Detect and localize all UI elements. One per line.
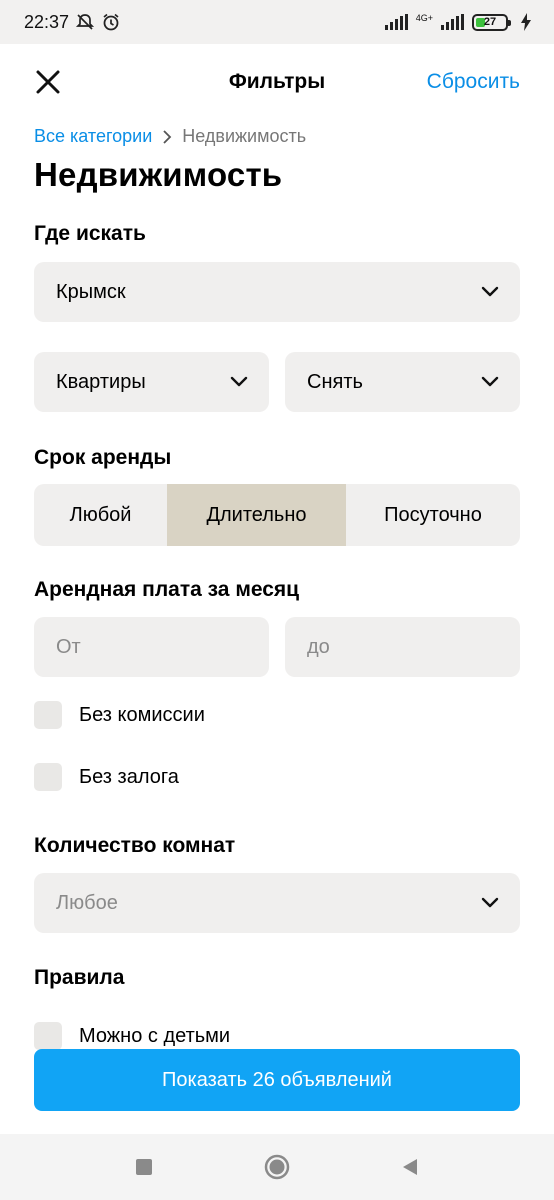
back-button[interactable] <box>396 1153 424 1181</box>
rules-section-title: Правила <box>34 966 125 989</box>
rooms-select[interactable]: Любое <box>34 873 520 933</box>
rooms-section-title: Количество комнат <box>34 834 236 857</box>
with-children-checkbox[interactable] <box>34 1022 62 1050</box>
no-commission-checkbox[interactable] <box>34 701 62 729</box>
price-to-input[interactable] <box>285 617 520 677</box>
back-icon <box>403 1159 417 1175</box>
signal-icon-2 <box>441 14 464 30</box>
chevron-down-icon <box>481 897 499 908</box>
price-from-input[interactable] <box>34 617 269 677</box>
city-value: Крымск <box>56 280 126 303</box>
rent-term-option-any[interactable]: Любой <box>34 484 167 546</box>
with-children-label: Можно с детьми <box>79 1024 231 1047</box>
status-right: 4G+ 27 <box>384 13 532 31</box>
price-section-title: Арендная плата за месяц <box>34 578 300 601</box>
battery-icon: 27 <box>472 13 511 31</box>
recent-apps-icon <box>136 1159 152 1175</box>
no-commission-label: Без комиссии <box>79 703 205 726</box>
rooms-placeholder: Любое <box>56 891 118 914</box>
with-children-checkbox-row[interactable]: Можно с детьми <box>34 1022 230 1050</box>
no-deposit-checkbox[interactable] <box>34 763 62 791</box>
breadcrumb-current: Недвижимость <box>182 126 307 146</box>
signal-icon <box>384 14 408 30</box>
filters-header: Фильтры Сбросить <box>0 44 554 120</box>
deal-type-value: Снять <box>307 370 363 393</box>
no-deposit-checkbox-row[interactable]: Без залога <box>34 763 179 791</box>
chevron-down-icon <box>481 286 499 297</box>
home-icon <box>264 1154 290 1180</box>
show-results-button[interactable]: Показать 26 объявлений <box>34 1049 520 1111</box>
breadcrumb: Все категории Недвижимость <box>34 126 306 147</box>
property-type-select[interactable]: Квартиры <box>34 352 269 412</box>
chevron-right-icon <box>163 129 172 144</box>
rent-term-option-long[interactable]: Длительно <box>167 484 346 546</box>
chevron-down-icon <box>230 376 248 387</box>
deal-type-select[interactable]: Снять <box>285 352 520 412</box>
charging-bolt-icon <box>521 13 531 31</box>
mute-bell-icon <box>75 14 95 30</box>
rent-term-title: Срок аренды <box>34 446 172 469</box>
no-deposit-label: Без залога <box>79 765 179 788</box>
alarm-icon <box>103 13 119 31</box>
network-type: 4G+ <box>415 13 433 23</box>
rent-term-segmented: Любой Длительно Посуточно <box>34 484 520 546</box>
battery-level: 27 <box>483 16 497 28</box>
city-select[interactable]: Крымск <box>34 262 520 322</box>
status-bar: 22:37 4G+ 27 <box>0 0 554 44</box>
rent-term-option-daily[interactable]: Посуточно <box>346 484 520 546</box>
reset-button[interactable]: Сбросить <box>427 70 520 94</box>
breadcrumb-all-categories[interactable]: Все категории <box>34 126 152 147</box>
chevron-down-icon <box>481 376 499 387</box>
home-button[interactable] <box>263 1153 291 1181</box>
system-nav-bar <box>0 1134 554 1200</box>
page-title: Недвижимость <box>34 156 283 193</box>
property-type-value: Квартиры <box>56 370 146 393</box>
recent-apps-button[interactable] <box>130 1153 158 1181</box>
location-section-title: Где искать <box>34 222 146 245</box>
status-time: 22:37 <box>24 11 70 32</box>
status-left: 22:37 <box>24 12 121 33</box>
no-commission-checkbox-row[interactable]: Без комиссии <box>34 701 205 729</box>
